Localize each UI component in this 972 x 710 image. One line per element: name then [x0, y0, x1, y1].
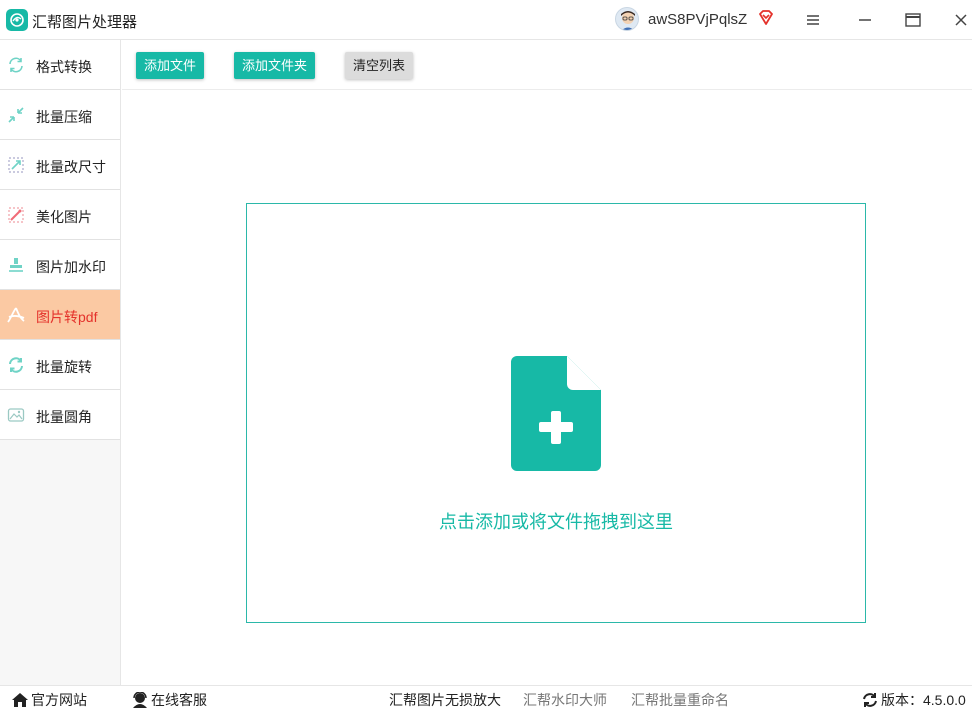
sidebar-item-resize[interactable]: 批量改尺寸 [0, 140, 120, 190]
sidebar-item-label: 图片转pdf [36, 309, 98, 325]
version-info[interactable]: 版本：4.5.0.0 [861, 690, 966, 710]
sidebar-item-label: 图片加水印 [36, 259, 106, 275]
clear-list-button[interactable]: 清空列表 [345, 52, 414, 79]
add-folder-button[interactable]: 添加文件夹 [234, 52, 316, 79]
online-service-link[interactable]: 在线客服 [131, 690, 207, 710]
sidebar-item-beautify[interactable]: 美化图片 [0, 190, 120, 240]
beautify-icon [7, 206, 25, 224]
customer-service-icon [131, 692, 149, 708]
sidebar: 格式转换 批量压缩 批量改尺寸 美化图片 图片加水印 图片转pdf 批量旋转 批… [0, 40, 121, 685]
rounded-corner-icon [7, 406, 25, 424]
title-bar: 汇帮图片处理器 awS8PVjPqlsZ [0, 0, 972, 40]
user-avatar[interactable] [615, 7, 639, 31]
add-file-button[interactable]: 添加文件 [136, 52, 205, 79]
sidebar-item-label: 批量圆角 [36, 409, 92, 425]
app-logo-icon [6, 9, 28, 31]
file-drop-zone[interactable]: 点击添加或将文件拖拽到这里 [246, 203, 866, 623]
add-file-icon[interactable] [511, 356, 601, 476]
version-label: 版本：4.5.0.0 [881, 692, 966, 708]
online-service-label: 在线客服 [151, 692, 207, 708]
sidebar-item-format-convert[interactable]: 格式转换 [0, 40, 120, 90]
watermark-icon [7, 256, 25, 274]
sidebar-item-label: 美化图片 [36, 209, 92, 225]
username[interactable]: awS8PVjPqlsZ [648, 11, 747, 28]
link-batch-rename[interactable]: 汇帮批量重命名 [631, 690, 729, 710]
official-site-label: 官方网站 [31, 692, 87, 708]
app-title: 汇帮图片处理器 [32, 14, 138, 31]
maximize-icon[interactable] [901, 8, 925, 32]
drop-zone-hint[interactable]: 点击添加或将文件拖拽到这里 [247, 508, 865, 534]
menu-icon[interactable] [801, 8, 825, 32]
close-icon[interactable] [949, 8, 972, 32]
sidebar-item-compress[interactable]: 批量压缩 [0, 90, 120, 140]
footer: 官方网站 在线客服 汇帮图片无损放大 汇帮水印大师 汇帮批量重命名 版本：4.5… [0, 685, 972, 710]
vip-diamond-icon[interactable] [757, 9, 775, 32]
sidebar-item-label: 批量改尺寸 [36, 159, 106, 175]
rotate-icon [7, 356, 25, 374]
home-icon [11, 692, 29, 708]
refresh-icon [861, 692, 879, 708]
resize-icon [7, 156, 25, 174]
pdf-icon [7, 306, 25, 324]
link-watermark-master[interactable]: 汇帮水印大师 [523, 690, 607, 710]
sidebar-item-image-to-pdf[interactable]: 图片转pdf [0, 290, 120, 340]
sidebar-item-watermark[interactable]: 图片加水印 [0, 240, 120, 290]
minimize-icon[interactable] [853, 8, 877, 32]
sidebar-item-rotate[interactable]: 批量旋转 [0, 340, 120, 390]
official-site-link[interactable]: 官方网站 [11, 690, 87, 710]
format-convert-icon [7, 56, 25, 74]
sidebar-item-rounded-corner[interactable]: 批量圆角 [0, 390, 120, 440]
sidebar-item-label: 批量旋转 [36, 359, 92, 375]
link-image-upscale[interactable]: 汇帮图片无损放大 [389, 690, 501, 710]
sidebar-item-label: 批量压缩 [36, 109, 92, 125]
sidebar-item-label: 格式转换 [36, 59, 92, 75]
compress-icon [7, 106, 25, 124]
toolbar: 添加文件 添加文件夹 清空列表 [122, 40, 972, 90]
